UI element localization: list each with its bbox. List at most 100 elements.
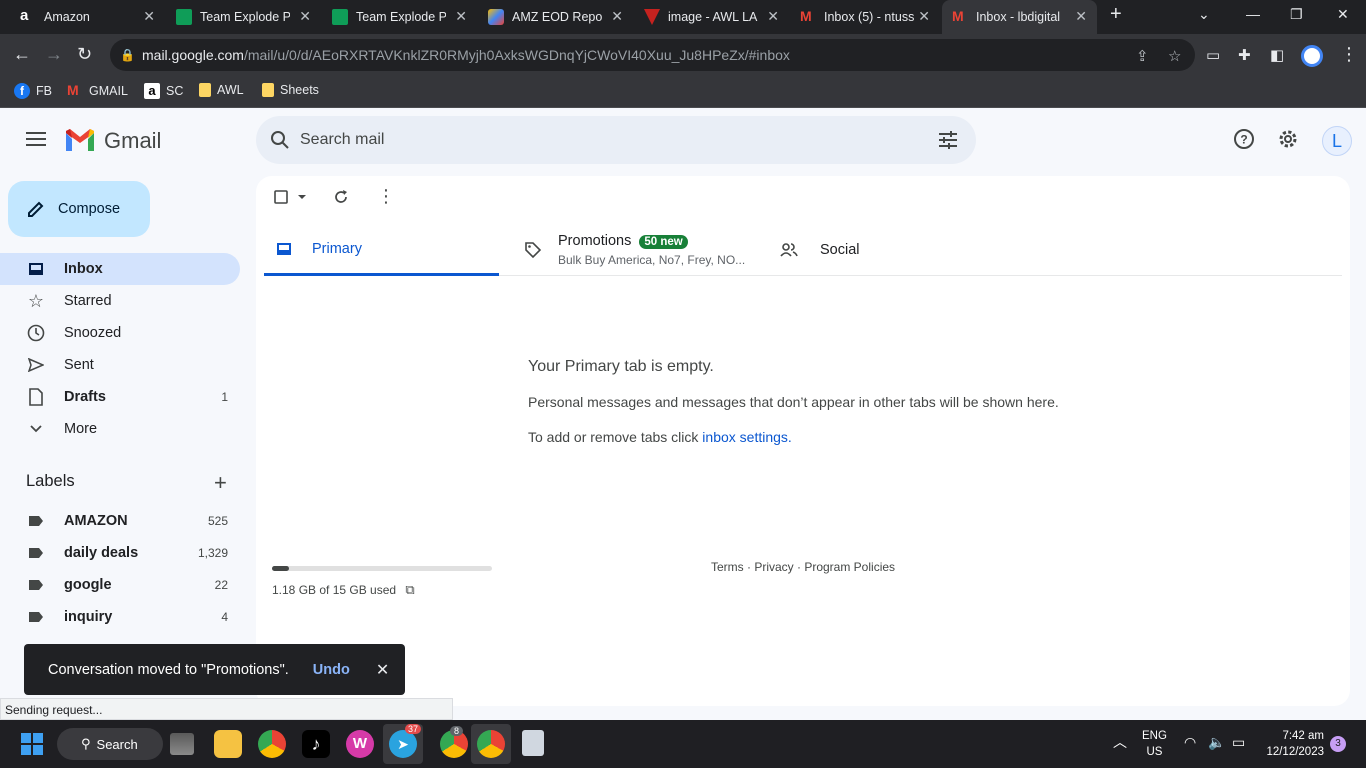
sidebar-item-drafts[interactable]: Drafts 1 xyxy=(0,381,240,413)
browser-tab-inbox-ntuss[interactable]: M Inbox (5) - ntuss ✕ xyxy=(790,0,940,34)
undo-button[interactable]: Undo xyxy=(313,662,350,678)
menu-kebab-icon[interactable]: ⋮ xyxy=(1340,44,1358,65)
account-avatar[interactable]: L xyxy=(1322,126,1352,156)
bookmark-star-icon[interactable]: ☆ xyxy=(1168,47,1181,65)
close-tab-icon[interactable]: ✕ xyxy=(918,8,930,25)
browser-tab-amazon[interactable]: a Amazon ✕ xyxy=(10,0,165,34)
input-language[interactable]: ENG US xyxy=(1142,728,1167,760)
close-window-icon[interactable]: ✕ xyxy=(1337,6,1349,23)
help-icon[interactable]: ? xyxy=(1233,128,1255,150)
clock[interactable]: 7:42 am 12/12/2023 xyxy=(1262,728,1324,760)
search-bar xyxy=(256,116,976,164)
back-icon[interactable]: ← xyxy=(13,44,31,65)
tiktok-icon[interactable]: ♪ xyxy=(302,730,330,758)
search-input[interactable] xyxy=(300,126,900,154)
label-item[interactable]: inquiry 4 xyxy=(0,601,240,633)
bookmark-folder-awl[interactable]: AWL xyxy=(199,83,244,97)
close-tab-icon[interactable]: ✕ xyxy=(1075,8,1087,25)
empty-state-settings-hint: To add or remove tabs click inbox settin… xyxy=(528,429,792,445)
close-icon[interactable]: ✕ xyxy=(376,660,389,680)
empty-state-title: Your Primary tab is empty. xyxy=(528,358,714,375)
sidebar-item-snoozed[interactable]: Snoozed xyxy=(0,317,240,349)
extensions-icon[interactable]: ✚ xyxy=(1238,46,1251,64)
browser-tab-strip: a Amazon ✕ Team Explode PF ✕ Team Explod… xyxy=(0,0,1366,34)
lock-icon[interactable]: 🔒 xyxy=(120,48,135,62)
facebook-icon: f xyxy=(14,83,30,99)
label-item[interactable]: daily deals 1,329 xyxy=(0,537,240,569)
chrome-active-task[interactable] xyxy=(471,724,511,764)
tab-primary[interactable]: Primary xyxy=(264,224,499,276)
forward-icon[interactable]: → xyxy=(45,44,63,65)
task-view-icon[interactable] xyxy=(170,733,194,755)
settings-gear-icon[interactable] xyxy=(1277,128,1299,150)
new-tab-icon[interactable]: + xyxy=(1110,3,1122,26)
compose-button[interactable]: Compose xyxy=(8,181,150,237)
volume-icon[interactable]: 🔈 xyxy=(1208,734,1225,750)
browser-tab-awl-image[interactable]: image - AWL LA ✕ xyxy=(634,0,789,34)
file-explorer-icon[interactable] xyxy=(214,730,242,758)
chrome-profile-task[interactable]: 8 xyxy=(434,724,474,764)
bookmark-gmail[interactable]: M GMAIL xyxy=(67,83,128,99)
refresh-icon[interactable] xyxy=(333,189,349,205)
close-tab-icon[interactable]: ✕ xyxy=(767,8,779,25)
close-tab-icon[interactable]: ✕ xyxy=(143,8,155,25)
close-tab-icon[interactable]: ✕ xyxy=(299,8,311,25)
windows-start-icon[interactable] xyxy=(21,733,43,755)
chrome-icon[interactable] xyxy=(258,730,286,758)
browser-tab-team-explode-2[interactable]: Team Explode Pr ✕ xyxy=(322,0,477,34)
profile-avatar-icon[interactable] xyxy=(1301,45,1323,67)
close-tab-icon[interactable]: ✕ xyxy=(455,8,467,25)
sheets-icon xyxy=(332,9,348,25)
tab-promotions[interactable]: Promotions 50 new Bulk Buy America, No7, … xyxy=(524,224,764,276)
main-menu-icon[interactable] xyxy=(26,132,46,150)
tray-chevron-up-icon[interactable]: ︿ xyxy=(1113,734,1127,750)
sidebar-item-sent[interactable]: Sent xyxy=(0,349,240,381)
label-item[interactable]: google 22 xyxy=(0,569,240,601)
bookmark-sc[interactable]: a SC xyxy=(144,83,183,99)
url-host: mail.google.com xyxy=(142,47,244,63)
footer-links[interactable]: Terms · Privacy · Program Policies xyxy=(711,560,895,574)
draft-file-icon xyxy=(26,388,46,406)
labels-header: Labels xyxy=(26,472,75,490)
wifi-icon[interactable]: ◠ xyxy=(1184,734,1196,750)
battery-icon[interactable]: ▭ xyxy=(1232,734,1245,750)
restore-icon[interactable]: ❐ xyxy=(1290,6,1303,23)
gmail-icon: M xyxy=(952,8,964,24)
folder-icon xyxy=(199,83,211,97)
calculator-icon[interactable] xyxy=(522,730,544,756)
side-panel-icon[interactable]: ◧ xyxy=(1270,46,1284,64)
svg-text:?: ? xyxy=(1240,133,1247,147)
bookmark-folder-sheets[interactable]: Sheets xyxy=(262,83,319,97)
address-bar[interactable]: 🔒 mail.google.com/mail/u/0/d/AEoRXRTAVKn… xyxy=(110,39,1195,71)
storage-usage: 1.18 GB of 15 GB used ⧉ xyxy=(272,582,415,597)
browser-tab-team-explode-1[interactable]: Team Explode PF ✕ xyxy=(166,0,321,34)
tab-social[interactable]: Social xyxy=(780,224,980,276)
sidebar-item-more[interactable]: More xyxy=(0,413,240,445)
more-options-icon[interactable]: ⋮ xyxy=(377,186,395,207)
label-item[interactable]: AMAZON 525 xyxy=(0,505,240,537)
taskbar-search[interactable]: ⚲ Search xyxy=(57,728,163,760)
close-tab-icon[interactable]: ✕ xyxy=(611,8,623,25)
inbox-settings-link[interactable]: inbox settings. xyxy=(702,429,792,445)
search-icon[interactable] xyxy=(270,130,290,150)
browser-tab-inbox-lbdigital[interactable]: M Inbox - lbdigital ✕ xyxy=(942,0,1097,34)
gmail-logo[interactable]: Gmail xyxy=(64,128,161,154)
bookmark-fb[interactable]: f FB xyxy=(14,83,52,99)
telegram-task[interactable]: ➤ 37 xyxy=(383,724,423,764)
select-all-checkbox[interactable] xyxy=(274,190,310,204)
notification-badge[interactable]: 3 xyxy=(1330,736,1346,752)
minimize-icon[interactable]: — xyxy=(1246,6,1260,22)
browser-tab-amz-eod[interactable]: AMZ EOD Repor ✕ xyxy=(478,0,633,34)
sidebar-item-inbox[interactable]: Inbox xyxy=(0,253,240,285)
share-icon[interactable]: ⇪ xyxy=(1136,47,1149,65)
wps-office-icon[interactable]: W xyxy=(346,730,374,758)
reload-icon[interactable]: ↻ xyxy=(77,44,92,65)
pencil-icon xyxy=(28,201,44,217)
tab-search-icon[interactable]: ⌄ xyxy=(1198,6,1210,23)
inbox-icon xyxy=(26,262,46,276)
open-in-new-icon[interactable]: ⧉ xyxy=(405,582,414,597)
sidebar-item-starred[interactable]: ☆ Starred xyxy=(0,285,240,317)
cast-icon[interactable]: ▭ xyxy=(1206,46,1220,64)
add-label-icon[interactable]: + xyxy=(214,470,227,496)
search-options-icon[interactable] xyxy=(938,130,958,150)
